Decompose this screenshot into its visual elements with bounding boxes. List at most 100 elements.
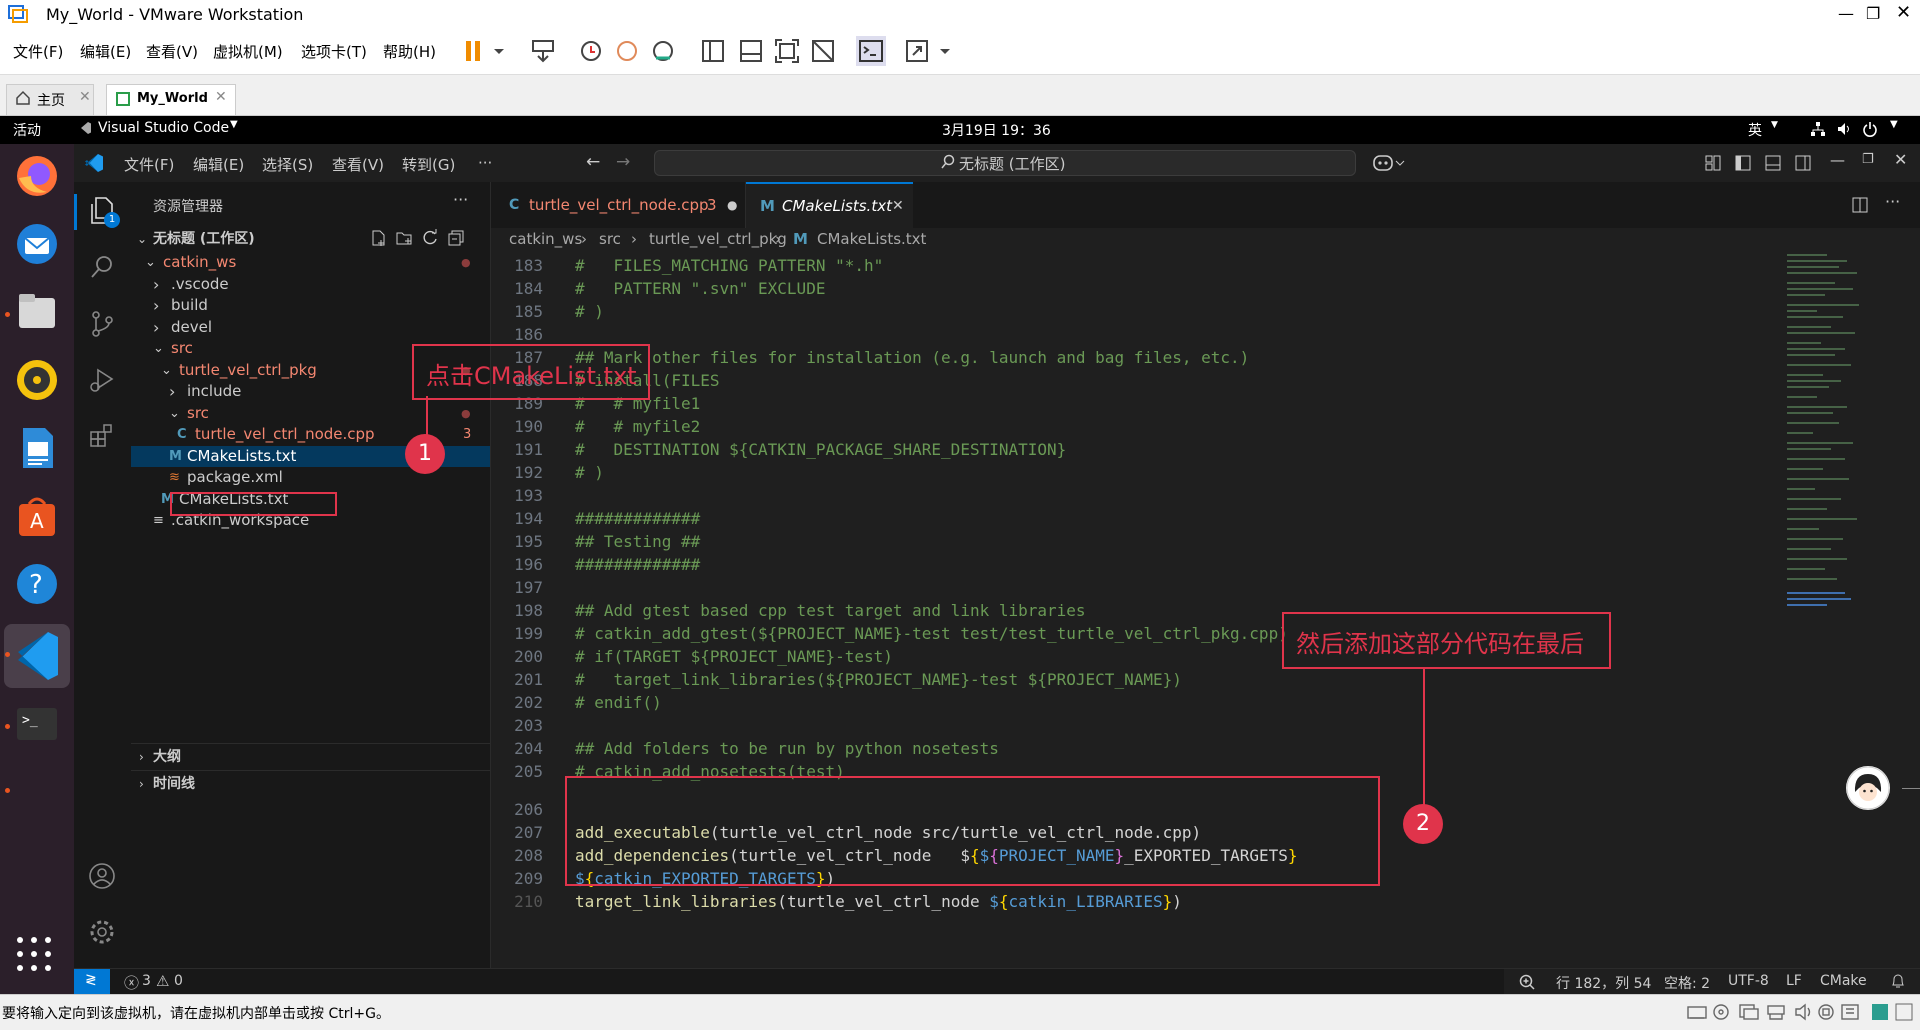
close-icon[interactable]: ✕	[79, 89, 91, 105]
code-line[interactable]: 187 ## Mark other files for installation …	[491, 346, 1771, 369]
outline-section[interactable]: › 大纲	[131, 744, 490, 770]
command-center[interactable]: 无标题 (工作区)	[654, 150, 1356, 176]
thunderbird-icon[interactable]	[13, 220, 61, 268]
zoom-icon[interactable]	[1518, 973, 1536, 991]
revert-snapshot-icon[interactable]	[614, 38, 640, 64]
breadcrumb-src[interactable]: src	[599, 230, 621, 248]
workspace-header[interactable]: ⌄ 无标题 (工作区)	[131, 226, 490, 252]
app-menu-label[interactable]: Visual Studio Code	[98, 120, 229, 136]
snapshot-manager-icon[interactable]	[650, 38, 676, 64]
input-method[interactable]: 英	[1748, 120, 1762, 140]
editor-more-icon[interactable]: ···	[1885, 192, 1900, 211]
tree-item[interactable]: › .vscode	[131, 274, 490, 295]
pause-icon[interactable]	[464, 39, 504, 63]
accounts-icon[interactable]	[88, 862, 116, 890]
code-line[interactable]: 186	[491, 323, 1771, 346]
activities-button[interactable]: 活动	[13, 120, 41, 140]
menu-selection[interactable]: 选择(S)	[262, 154, 313, 175]
files-icon[interactable]	[13, 288, 61, 336]
more-actions-icon[interactable]: ···	[453, 190, 468, 209]
remote-indicator[interactable]: ≷	[74, 969, 110, 995]
tab-home[interactable]: 主页 ✕	[6, 84, 94, 115]
copilot-icon[interactable]	[1372, 153, 1406, 173]
error-count[interactable]: 3	[142, 973, 151, 989]
menu-go[interactable]: 转到(G)	[402, 154, 455, 175]
code-line[interactable]: 193	[491, 484, 1771, 507]
code-line[interactable]: 191 # DESTINATION ${CATKIN_PACKAGE_SHARE_…	[491, 438, 1771, 461]
full-screen-icon[interactable]	[774, 38, 800, 64]
run-debug-icon[interactable]	[88, 366, 116, 394]
breadcrumb-catkin-ws[interactable]: catkin_ws	[509, 230, 582, 248]
code-line[interactable]: 202 # endif()	[491, 691, 1771, 714]
encoding[interactable]: UTF-8	[1728, 973, 1769, 989]
source-control-icon[interactable]	[89, 310, 115, 338]
send-keys-icon[interactable]	[530, 38, 556, 64]
breadcrumb-file[interactable]: CMakeLists.txt	[817, 230, 926, 248]
warning-icon[interactable]: ⚠	[156, 972, 169, 990]
split-editor-icon[interactable]	[1851, 196, 1869, 214]
code-line[interactable]: 183 # FILES_MATCHING PATTERN "*.h"	[491, 254, 1771, 277]
tab-cpp-file[interactable]: C turtle_vel_ctrl_node.cpp 3 ●	[491, 182, 746, 228]
clock[interactable]: 3月19日 19：36	[942, 120, 1051, 140]
code-line[interactable]: 196 #############	[491, 553, 1771, 576]
code-line[interactable]: 204 ## Add folders to be run by python no…	[491, 737, 1771, 760]
menu-tabs[interactable]: 选项卡(T)	[301, 41, 367, 62]
terminal-icon[interactable]: >_	[13, 700, 61, 748]
close-tab-icon[interactable]: ✕	[892, 183, 904, 229]
end-of-line[interactable]: LF	[1786, 973, 1802, 989]
tab-my-world[interactable]: My_World ✕	[106, 84, 236, 115]
breadcrumb-pkg[interactable]: turtle_vel_ctrl_pkg	[649, 230, 787, 248]
tree-item[interactable]: › devel	[131, 317, 490, 338]
customize-layout-icon[interactable]	[1704, 154, 1722, 172]
restore-button[interactable]: ❐	[1866, 4, 1880, 23]
code-line[interactable]: 188 # install(FILES	[491, 369, 1771, 392]
device-icons[interactable]	[1686, 1001, 1916, 1023]
unity-icon[interactable]	[810, 38, 836, 64]
code-line[interactable]: 201 # target_link_libraries(${PROJECT_NAM…	[491, 668, 1771, 691]
vscode-minimize-button[interactable]: —	[1830, 151, 1845, 169]
extensions-icon[interactable]	[88, 422, 116, 450]
menu-file[interactable]: 文件(F)	[13, 41, 63, 62]
cursor-position[interactable]: 行 182，列 54	[1556, 973, 1651, 993]
toggle-panel-icon[interactable]	[1764, 154, 1782, 172]
menu-more[interactable]: ···	[478, 154, 492, 172]
code-line[interactable]: 192 # )	[491, 461, 1771, 484]
vscode-dock-icon[interactable]	[4, 624, 70, 688]
menu-view[interactable]: 查看(V)	[146, 41, 198, 62]
modified-dot-icon[interactable]: ●	[727, 182, 737, 228]
vscode-restore-button[interactable]: ❐	[1862, 152, 1874, 167]
language-mode[interactable]: CMake	[1820, 973, 1867, 989]
error-icon[interactable]: ⓧ	[124, 972, 139, 993]
timeline-section[interactable]: › 时间线	[131, 771, 490, 797]
power-icon[interactable]	[1862, 121, 1878, 137]
forward-arrow-icon[interactable]: →	[616, 152, 630, 172]
menu-edit[interactable]: 编辑(E)	[193, 154, 244, 175]
back-arrow-icon[interactable]: ←	[586, 152, 600, 172]
code-line[interactable]: 190 # # myfile2	[491, 415, 1771, 438]
settings-gear-icon[interactable]	[88, 918, 116, 946]
code-line[interactable]: 197	[491, 576, 1771, 599]
warning-count[interactable]: 0	[174, 973, 183, 989]
show-apps-icon[interactable]	[14, 934, 54, 974]
new-folder-icon[interactable]	[395, 229, 413, 247]
code-line[interactable]: 195 ## Testing ##	[491, 530, 1771, 553]
show-library-icon[interactable]	[700, 38, 726, 64]
code-line[interactable]: 203	[491, 714, 1771, 737]
menu-view[interactable]: 查看(V)	[332, 154, 384, 175]
tree-item[interactable]: ⌄ catkin_ws ●	[131, 252, 490, 273]
vscode-close-button[interactable]: ✕	[1894, 150, 1907, 169]
menu-edit[interactable]: 编辑(E)	[80, 41, 131, 62]
network-icon[interactable]	[1810, 121, 1826, 137]
code-line[interactable]: 194 #############	[491, 507, 1771, 530]
thumbnail-bar-icon[interactable]	[738, 38, 764, 64]
tree-item[interactable]: › build	[131, 295, 490, 316]
minimap[interactable]	[1785, 252, 1895, 672]
collapse-all-icon[interactable]	[447, 229, 465, 247]
volume-icon[interactable]	[1836, 121, 1852, 137]
toggle-secondary-sidebar-icon[interactable]	[1794, 154, 1812, 172]
firefox-icon[interactable]	[13, 152, 61, 200]
refresh-icon[interactable]	[421, 229, 439, 247]
avatar[interactable]	[1846, 766, 1890, 810]
snapshot-icon[interactable]	[578, 38, 604, 64]
menu-file[interactable]: 文件(F)	[124, 154, 174, 175]
